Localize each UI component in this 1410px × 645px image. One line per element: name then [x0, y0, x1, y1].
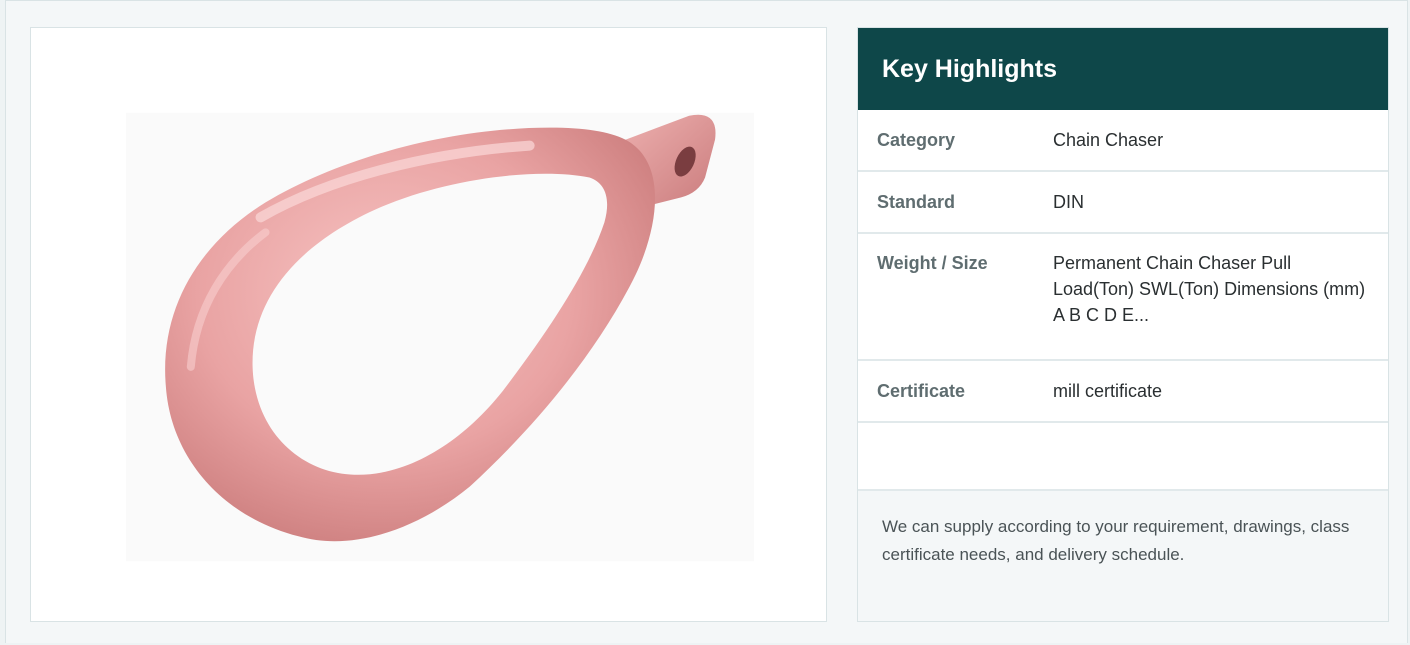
highlight-label: Weight / Size: [877, 253, 988, 273]
highlight-row-standard: Standard DIN: [858, 172, 1388, 234]
highlight-row-weight-size: Weight / Size Permanent Chain Chaser Pul…: [858, 234, 1388, 361]
highlight-row-category: Category Chain Chaser: [858, 110, 1388, 172]
chain-chaser-image: [126, 112, 754, 562]
highlight-label: Standard: [877, 191, 956, 212]
product-image-panel: [30, 27, 827, 622]
highlight-value: mill certificate: [1053, 381, 1163, 401]
highlight-label: Certificate: [877, 380, 966, 401]
key-highlights-panel: Key Highlights Category Chain Chaser Sta…: [857, 27, 1389, 622]
highlight-value: Chain Chaser: [1053, 130, 1164, 150]
highlight-row-certificate: Certificate mill certificate: [858, 361, 1388, 423]
key-highlights-title: Key Highlights: [858, 28, 1388, 110]
highlight-value: DIN: [1053, 192, 1084, 212]
highlight-label: Category: [877, 129, 956, 150]
highlight-value: Permanent Chain Chaser Pull Load(Ton) SW…: [1053, 253, 1366, 325]
supply-note: We can supply according to your requirem…: [858, 491, 1388, 621]
highlight-row-empty: [858, 423, 1388, 491]
